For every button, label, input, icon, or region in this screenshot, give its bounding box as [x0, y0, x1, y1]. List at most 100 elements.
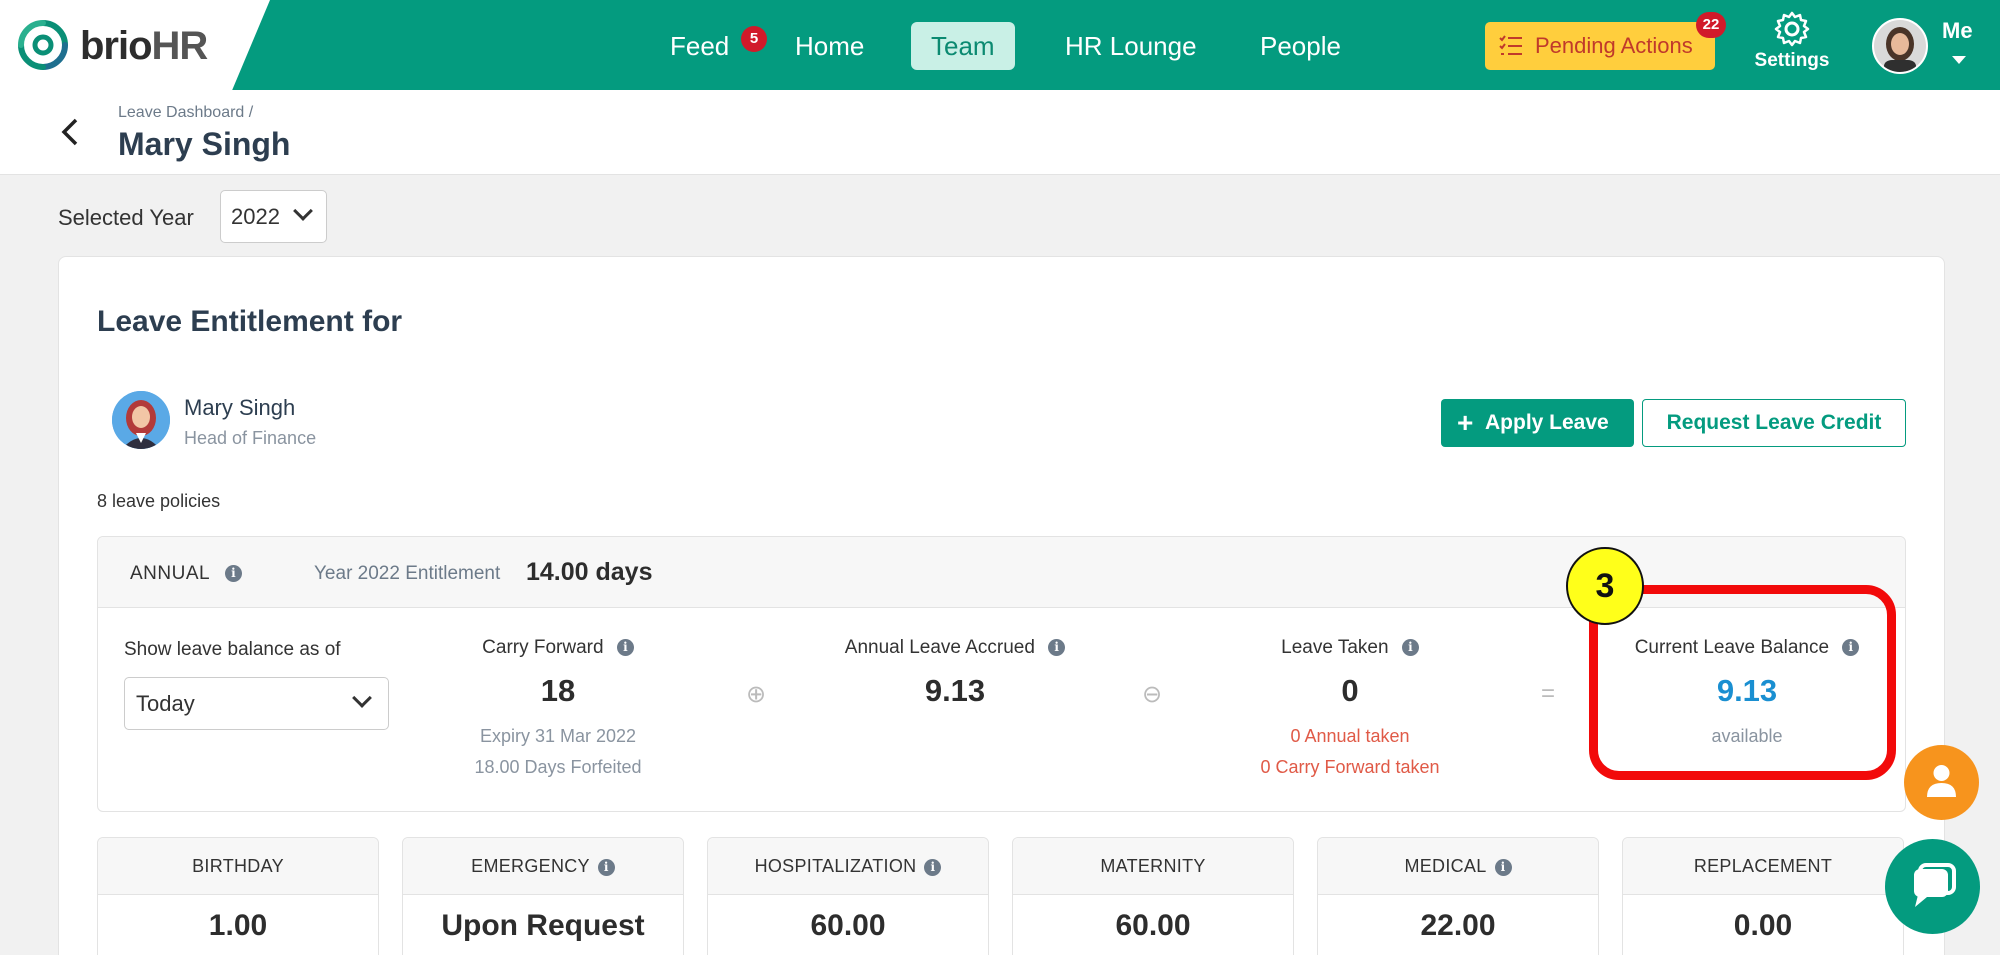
carry-forward-value: 18: [540, 673, 576, 708]
nav-people[interactable]: People: [1240, 22, 1361, 70]
breadcrumb-parent[interactable]: Leave Dashboard: [118, 104, 244, 121]
carry-forward-text: Carry Forward: [482, 637, 604, 658]
chevron-down-icon: [352, 688, 372, 708]
policy-tile-header: HOSPITALIZATION i: [708, 838, 988, 895]
plus-circle-icon: ⊕: [745, 681, 767, 708]
policy-tile-label: BIRTHDAY: [192, 856, 284, 876]
policies-count: 8 leave policies: [97, 491, 221, 511]
plus-icon: +: [1457, 407, 1474, 438]
policy-tile-value: 60.00: [1115, 909, 1191, 942]
info-icon[interactable]: i: [616, 639, 634, 657]
nav-feed[interactable]: Feed: [650, 22, 749, 70]
nav-hr-lounge[interactable]: HR Lounge: [1045, 22, 1217, 70]
policy-tile-value: 60.00: [810, 909, 886, 942]
annual-taken: 0 Annual taken: [1290, 726, 1410, 746]
breadcrumb-separator: /: [248, 104, 254, 121]
logo[interactable]: brioHR: [0, 0, 270, 90]
profile-fab[interactable]: [1904, 745, 1979, 820]
employee-role: Head of Finance: [184, 428, 317, 448]
info-icon[interactable]: i: [1048, 639, 1066, 657]
annual-policy-name: ANNUAL i: [130, 563, 243, 585]
leave-taken-label: Leave Taken i: [1200, 637, 1500, 659]
employee-avatar-icon: [112, 391, 170, 449]
carry-forward-forfeited: 18.00 Days Forfeited: [474, 757, 642, 777]
leave-taken-value: 0: [1341, 673, 1359, 708]
info-icon[interactable]: i: [1401, 639, 1419, 657]
brio-logo-icon: [18, 20, 68, 70]
settings-label: Settings: [1754, 50, 1830, 71]
policy-tile[interactable]: REPLACEMENT 0.00: [1622, 837, 1904, 955]
entitlement-title: Leave Entitlement for: [97, 305, 403, 338]
policy-tile[interactable]: HOSPITALIZATION i 60.00: [707, 837, 989, 955]
accrued-value: 9.13: [924, 673, 986, 708]
step-badge: 3: [1566, 547, 1644, 625]
checklist-icon: [1499, 35, 1522, 55]
user-avatar[interactable]: [1872, 18, 1928, 74]
policy-tile-value: Upon Request: [441, 909, 645, 942]
info-icon[interactable]: i: [1494, 858, 1512, 876]
as-of-label: Show leave balance as of: [124, 639, 341, 660]
policy-tile-value: 22.00: [1420, 909, 1496, 942]
chevron-down-icon: [293, 201, 313, 221]
as-of-value: Today: [136, 691, 195, 716]
info-icon[interactable]: i: [597, 858, 615, 876]
policy-tile-header: MEDICAL i: [1318, 838, 1598, 895]
employee-name: Mary Singh: [184, 395, 296, 420]
year-select-value: 2022: [231, 204, 280, 229]
equals-icon: =: [1540, 680, 1555, 707]
policy-tile-header: MATERNITY: [1013, 838, 1293, 895]
pending-badge: 22: [1696, 12, 1726, 38]
policy-tile-header: BIRTHDAY: [98, 838, 378, 895]
chat-icon: [1914, 863, 1956, 907]
top-navbar: brioHR Feed 5 Home Team HR Lounge People…: [0, 0, 2000, 90]
leave-taken-text: Leave Taken: [1281, 637, 1389, 658]
policy-tile-header: REPLACEMENT: [1623, 838, 1903, 895]
policy-tile-label: MEDICAL: [1404, 856, 1487, 876]
annual-label: ANNUAL: [130, 563, 210, 584]
policy-tile-header: EMERGENCY i: [403, 838, 683, 895]
nav-home[interactable]: Home: [775, 22, 884, 70]
employee-avatar: [112, 391, 170, 449]
policy-tile-label: REPLACEMENT: [1693, 856, 1833, 876]
pending-actions-button[interactable]: Pending Actions: [1485, 22, 1715, 70]
chat-fab[interactable]: [1885, 839, 1980, 934]
policy-tile-value: 0.00: [1733, 909, 1793, 942]
user-avatar-icon: [1874, 20, 1926, 72]
apply-leave-button[interactable]: + Apply Leave: [1441, 399, 1634, 447]
minus-circle-icon: ⊖: [1141, 681, 1163, 708]
accrued-text: Annual Leave Accrued: [844, 637, 1035, 658]
info-icon[interactable]: i: [924, 858, 942, 876]
request-leave-credit-button[interactable]: Request Leave Credit: [1642, 399, 1906, 447]
policy-tile-value: 1.00: [208, 909, 268, 942]
nav-team[interactable]: Team: [911, 22, 1015, 70]
policy-tile-label: MATERNITY: [1100, 856, 1206, 876]
back-arrow-icon[interactable]: [58, 114, 82, 150]
accrued-label: Annual Leave Accrued i: [805, 637, 1105, 659]
year-entitlement-value: 14.00 days: [526, 558, 653, 586]
feed-badge: 5: [741, 26, 767, 52]
page-header: Leave Dashboard / Mary Singh: [0, 90, 2000, 175]
gear-icon: [1774, 11, 1810, 47]
info-icon[interactable]: i: [225, 565, 243, 583]
settings-button[interactable]: Settings: [1752, 10, 1832, 72]
policy-tile[interactable]: BIRTHDAY 1.00: [97, 837, 379, 955]
policy-tile[interactable]: MATERNITY 60.00: [1012, 837, 1294, 955]
policy-tile-label: HOSPITALIZATION: [754, 856, 917, 876]
pending-actions-label: Pending Actions: [1535, 33, 1693, 58]
policy-tile[interactable]: MEDICAL i 22.00: [1317, 837, 1599, 955]
page-title: Mary Singh: [118, 126, 291, 162]
brand-name: brioHR: [80, 24, 208, 68]
selected-year-label: Selected Year: [58, 205, 194, 230]
year-entitlement-label: Year 2022 Entitlement: [314, 563, 501, 584]
apply-leave-label: Apply Leave: [1485, 411, 1609, 434]
year-select[interactable]: 2022: [220, 190, 327, 243]
me-label[interactable]: Me: [1942, 18, 1973, 44]
carry-forward-taken: 0 Carry Forward taken: [1260, 757, 1440, 777]
person-icon: [1927, 765, 1956, 797]
policy-tile-label: EMERGENCY: [471, 856, 590, 876]
chevron-down-icon[interactable]: [1952, 56, 1966, 64]
policy-tile[interactable]: EMERGENCY i Upon Request: [402, 837, 684, 955]
carry-forward-label: Carry Forward i: [408, 637, 708, 659]
breadcrumb: Leave Dashboard /: [118, 104, 253, 122]
as-of-select[interactable]: Today: [124, 677, 389, 730]
